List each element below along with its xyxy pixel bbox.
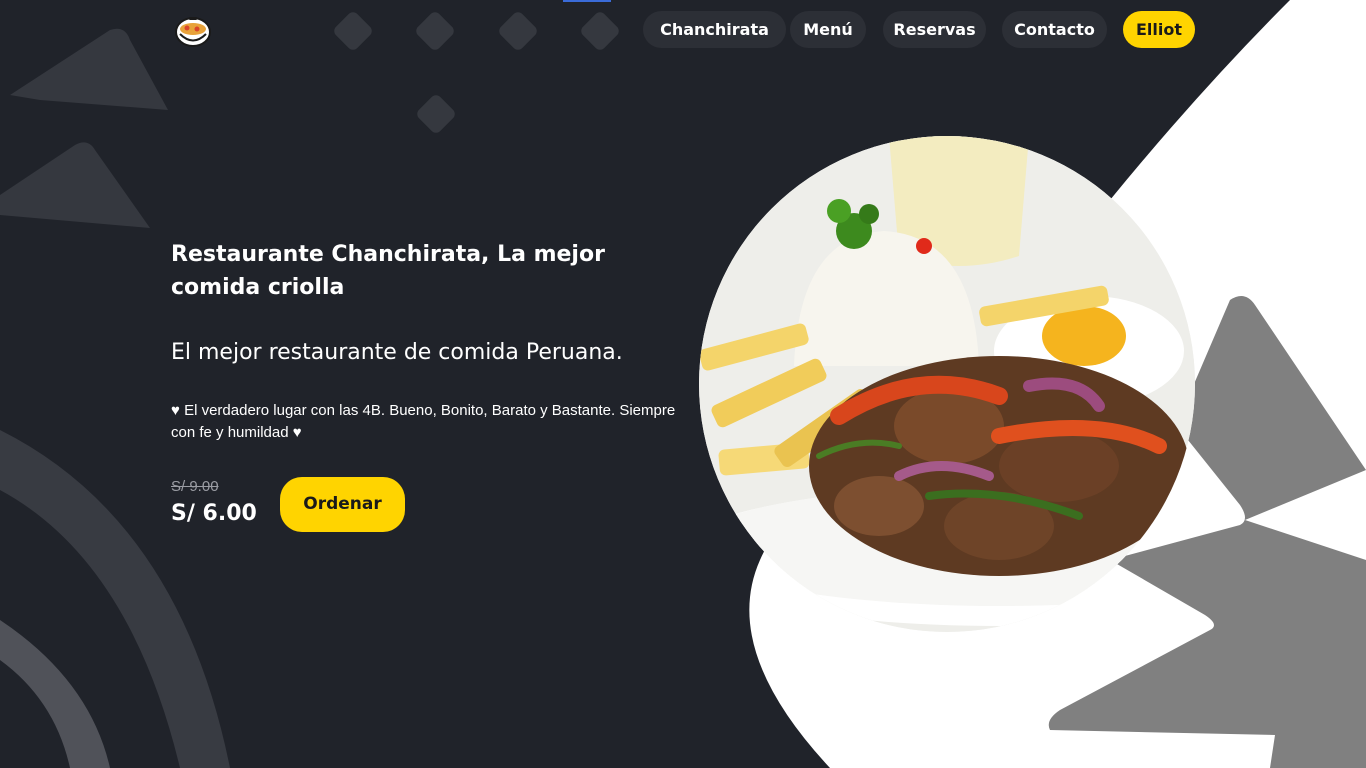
page: Chanchirata Menú Reservas Contacto Ellio… bbox=[0, 0, 1366, 768]
order-button[interactable]: Ordenar bbox=[280, 477, 405, 532]
nav-item-reservas[interactable]: Reservas bbox=[883, 11, 986, 48]
decor-arc bbox=[0, 620, 110, 768]
nav-item-contacto[interactable]: Contacto bbox=[1002, 11, 1107, 48]
user-button[interactable]: Elliot bbox=[1123, 11, 1195, 48]
main-nav: Chanchirata Menú Reservas Contacto Ellio… bbox=[0, 11, 1366, 51]
nav-item-chanchirata[interactable]: Chanchirata bbox=[643, 11, 786, 48]
decor-diamond bbox=[417, 95, 455, 133]
nav-item-menu[interactable]: Menú bbox=[790, 11, 866, 48]
dish-image bbox=[699, 136, 1195, 632]
current-price: S/ 6.00 bbox=[171, 501, 257, 526]
top-indicator bbox=[563, 0, 611, 2]
hero-description: ♥ El verdadero lugar con las 4B. Bueno, … bbox=[171, 402, 676, 441]
hero-title: Restaurante Chanchirata, La mejor comida… bbox=[171, 242, 605, 300]
hero-subtitle: El mejor restaurante de comida Peruana. bbox=[171, 340, 623, 365]
decor-triangle bbox=[0, 142, 150, 228]
old-price: S/ 9.00 bbox=[171, 478, 219, 495]
